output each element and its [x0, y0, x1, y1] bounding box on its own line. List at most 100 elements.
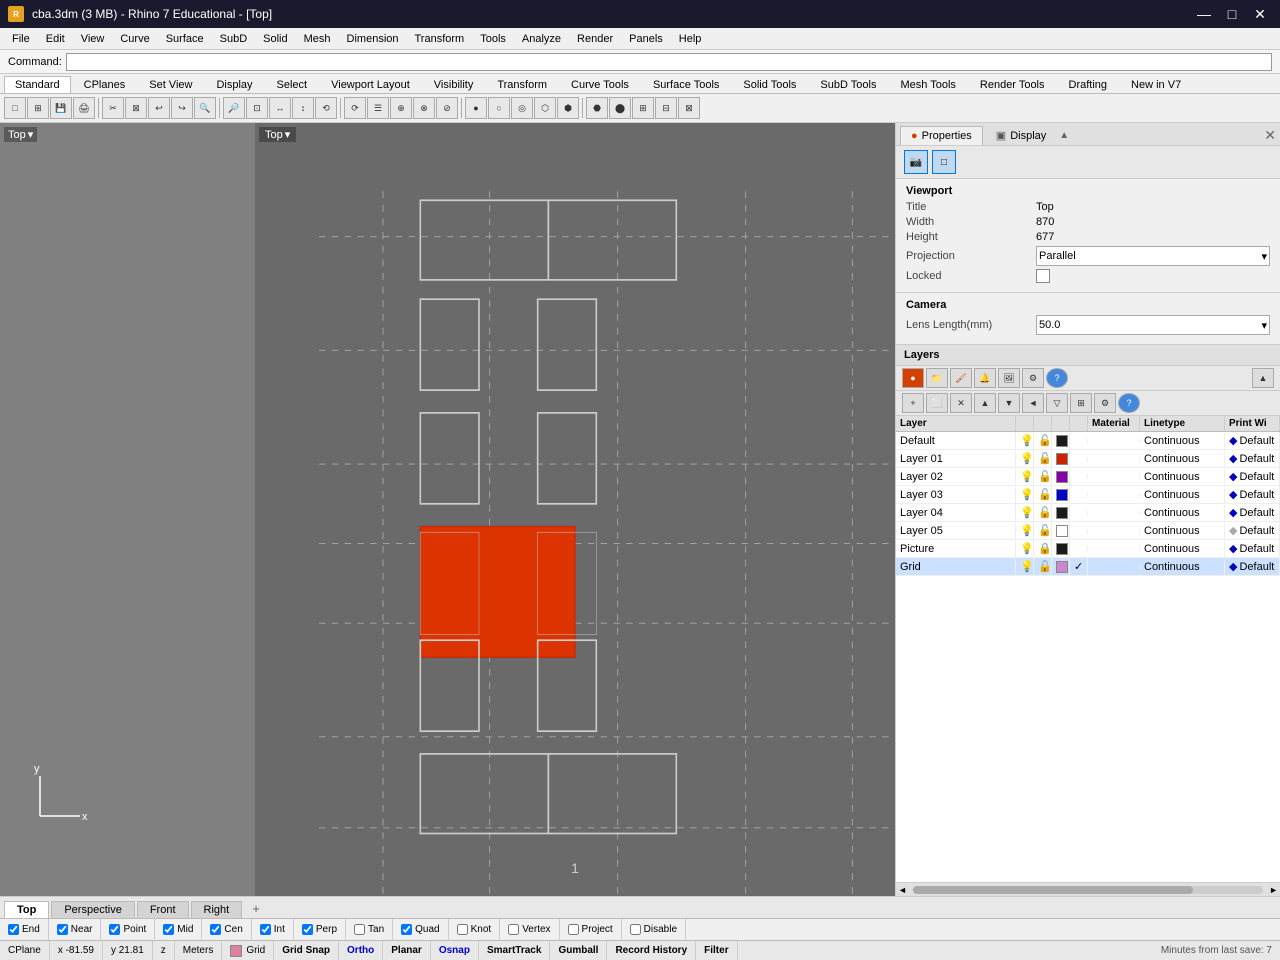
toolbar-tab-drafting[interactable]: Drafting [1058, 76, 1119, 93]
layer-row[interactable]: Layer 04💡🔓Continuous◆ Default [896, 504, 1280, 522]
menu-item-file[interactable]: File [4, 31, 38, 47]
osnap-checkbox-disable[interactable] [630, 924, 641, 935]
projection-dropdown[interactable]: Parallel ▾ [1036, 246, 1270, 266]
layer-visibility-toggle[interactable]: 💡 [1016, 558, 1034, 575]
layer-settings-button[interactable]: ⚙ [1094, 393, 1116, 413]
layer-visibility-toggle[interactable]: 💡 [1016, 468, 1034, 485]
osnap-checkbox-quad[interactable] [401, 924, 412, 935]
toolbar-button-24[interactable]: ⬣ [586, 97, 608, 119]
toolbar-button-5[interactable]: ⊠ [125, 97, 147, 119]
toolbar-button-0[interactable]: □ [4, 97, 26, 119]
menu-item-analyze[interactable]: Analyze [514, 31, 569, 47]
layer-color-swatch[interactable] [1056, 489, 1068, 501]
center-viewport[interactable]: Top ▾ [255, 123, 895, 896]
toolbar-tab-viewport-layout[interactable]: Viewport Layout [320, 76, 421, 93]
osnap-item-project[interactable]: Project [560, 919, 622, 940]
panel-horizontal-scrollbar[interactable]: ◄ ► [896, 882, 1280, 896]
layer-row[interactable]: Layer 05💡🔓Continuous◆ Default [896, 522, 1280, 540]
toolbar-button-19[interactable]: ● [465, 97, 487, 119]
layer-copy-button[interactable]: ⊞ [1070, 393, 1092, 413]
osnap-checkbox-int[interactable] [260, 924, 271, 935]
lens-dropdown[interactable]: 50.0 ▾ [1036, 315, 1270, 335]
panel-close-button[interactable]: ✕ [1264, 127, 1276, 144]
toolbar-button-13[interactable]: ⟲ [315, 97, 337, 119]
osnap-item-perp[interactable]: Perp [294, 919, 346, 940]
menu-item-edit[interactable]: Edit [38, 31, 73, 47]
add-viewport-tab-button[interactable]: + [244, 899, 268, 918]
planar-button[interactable]: Planar [383, 941, 431, 960]
panel-expand-icon[interactable]: ▲ [1059, 130, 1069, 141]
layer-up-button[interactable]: ▲ [974, 393, 996, 413]
menu-item-solid[interactable]: Solid [255, 31, 295, 47]
toolbar-tab-transform[interactable]: Transform [486, 76, 558, 93]
toolbar-button-28[interactable]: ⊠ [678, 97, 700, 119]
toolbar-tab-new-in-v7[interactable]: New in V7 [1120, 76, 1192, 93]
toolbar-button-22[interactable]: ⬡ [534, 97, 556, 119]
ortho-button[interactable]: Ortho [339, 941, 383, 960]
scrollbar-thumb[interactable] [913, 886, 1193, 894]
layer-visibility-toggle[interactable]: 💡 [1016, 450, 1034, 467]
layer-add-sub-button[interactable]: ⬜ [926, 393, 948, 413]
toolbar-tab-surface-tools[interactable]: Surface Tools [642, 76, 730, 93]
toolbar-tab-select[interactable]: Select [266, 76, 319, 93]
toolbar-button-25[interactable]: ⬤ [609, 97, 631, 119]
layer-row[interactable]: Layer 02💡🔓Continuous◆ Default [896, 468, 1280, 486]
osnap-checkbox-perp[interactable] [302, 924, 313, 935]
osnap-checkbox-mid[interactable] [163, 924, 174, 935]
layer-bell-button[interactable]: 🔔 [974, 368, 996, 388]
osnap-checkbox-vertex[interactable] [508, 924, 519, 935]
rect-mode-button[interactable]: □ [932, 150, 956, 174]
toolbar-button-14[interactable]: ⟳ [344, 97, 366, 119]
smarttrack-button[interactable]: SmartTrack [479, 941, 550, 960]
menu-item-surface[interactable]: Surface [158, 31, 212, 47]
close-button[interactable]: ✕ [1248, 2, 1272, 26]
layer-visibility-toggle[interactable]: 💡 [1016, 504, 1034, 521]
toolbar-tab-solid-tools[interactable]: Solid Tools [732, 76, 807, 93]
toolbar-button-9[interactable]: 🔎 [223, 97, 245, 119]
menu-item-panels[interactable]: Panels [621, 31, 671, 47]
toolbar-button-27[interactable]: ⊟ [655, 97, 677, 119]
gumball-button[interactable]: Gumball [550, 941, 607, 960]
toolbar-button-8[interactable]: 🔍 [194, 97, 216, 119]
layer-color-swatch[interactable] [1056, 507, 1068, 519]
osnap-checkbox-knot[interactable] [457, 924, 468, 935]
layer-new-button[interactable]: ● [902, 368, 924, 388]
minimize-button[interactable]: — [1192, 2, 1216, 26]
layer-row[interactable]: Grid💡🔓✓Continuous◆ Default [896, 558, 1280, 576]
toolbar-button-10[interactable]: ⊡ [246, 97, 268, 119]
layer-down-button[interactable]: ▼ [998, 393, 1020, 413]
layer-lock-toggle[interactable]: 🔓 [1034, 558, 1052, 575]
layer-lock-toggle[interactable]: 🔒 [1034, 540, 1052, 557]
layer-help-button[interactable]: ? [1046, 368, 1068, 388]
layer-lock-toggle[interactable]: 🔓 [1034, 486, 1052, 503]
osnap-item-point[interactable]: Point [101, 919, 155, 940]
layer-paint-button[interactable]: 🖌 [950, 368, 972, 388]
command-input[interactable] [66, 53, 1272, 71]
layer-row[interactable]: Layer 03💡🔓Continuous◆ Default [896, 486, 1280, 504]
menu-item-render[interactable]: Render [569, 31, 621, 47]
osnap-checkbox-tan[interactable] [354, 924, 365, 935]
osnap-item-end[interactable]: End [0, 919, 49, 940]
menu-item-tools[interactable]: Tools [472, 31, 514, 47]
menu-item-transform[interactable]: Transform [407, 31, 473, 47]
toolbar-tab-subd-tools[interactable]: SubD Tools [809, 76, 887, 93]
viewport-tab-perspective[interactable]: Perspective [51, 901, 134, 918]
osnap-item-mid[interactable]: Mid [155, 919, 202, 940]
viewport-tab-front[interactable]: Front [137, 901, 189, 918]
layer-visibility-toggle[interactable]: 💡 [1016, 486, 1034, 503]
layer-visibility-toggle[interactable]: 💡 [1016, 432, 1034, 449]
toolbar-button-3[interactable]: 🖨 [73, 97, 95, 119]
layer-color-swatch[interactable] [1056, 543, 1068, 555]
camera-mode-button[interactable]: 📷 [904, 150, 928, 174]
toolbar-button-4[interactable]: ✂ [102, 97, 124, 119]
layer-color-swatch[interactable] [1056, 435, 1068, 447]
toolbar-tab-render-tools[interactable]: Render Tools [969, 76, 1056, 93]
osnap-item-disable[interactable]: Disable [622, 919, 686, 940]
layer-lock-toggle[interactable]: 🔓 [1034, 468, 1052, 485]
toolbar-button-23[interactable]: ⬢ [557, 97, 579, 119]
locked-checkbox[interactable] [1036, 269, 1050, 283]
toolbar-button-11[interactable]: ↔ [269, 97, 291, 119]
layer-lock-toggle[interactable]: 🔓 [1034, 522, 1052, 539]
toolbar-button-6[interactable]: ↩ [148, 97, 170, 119]
osnap-checkbox-cen[interactable] [210, 924, 221, 935]
